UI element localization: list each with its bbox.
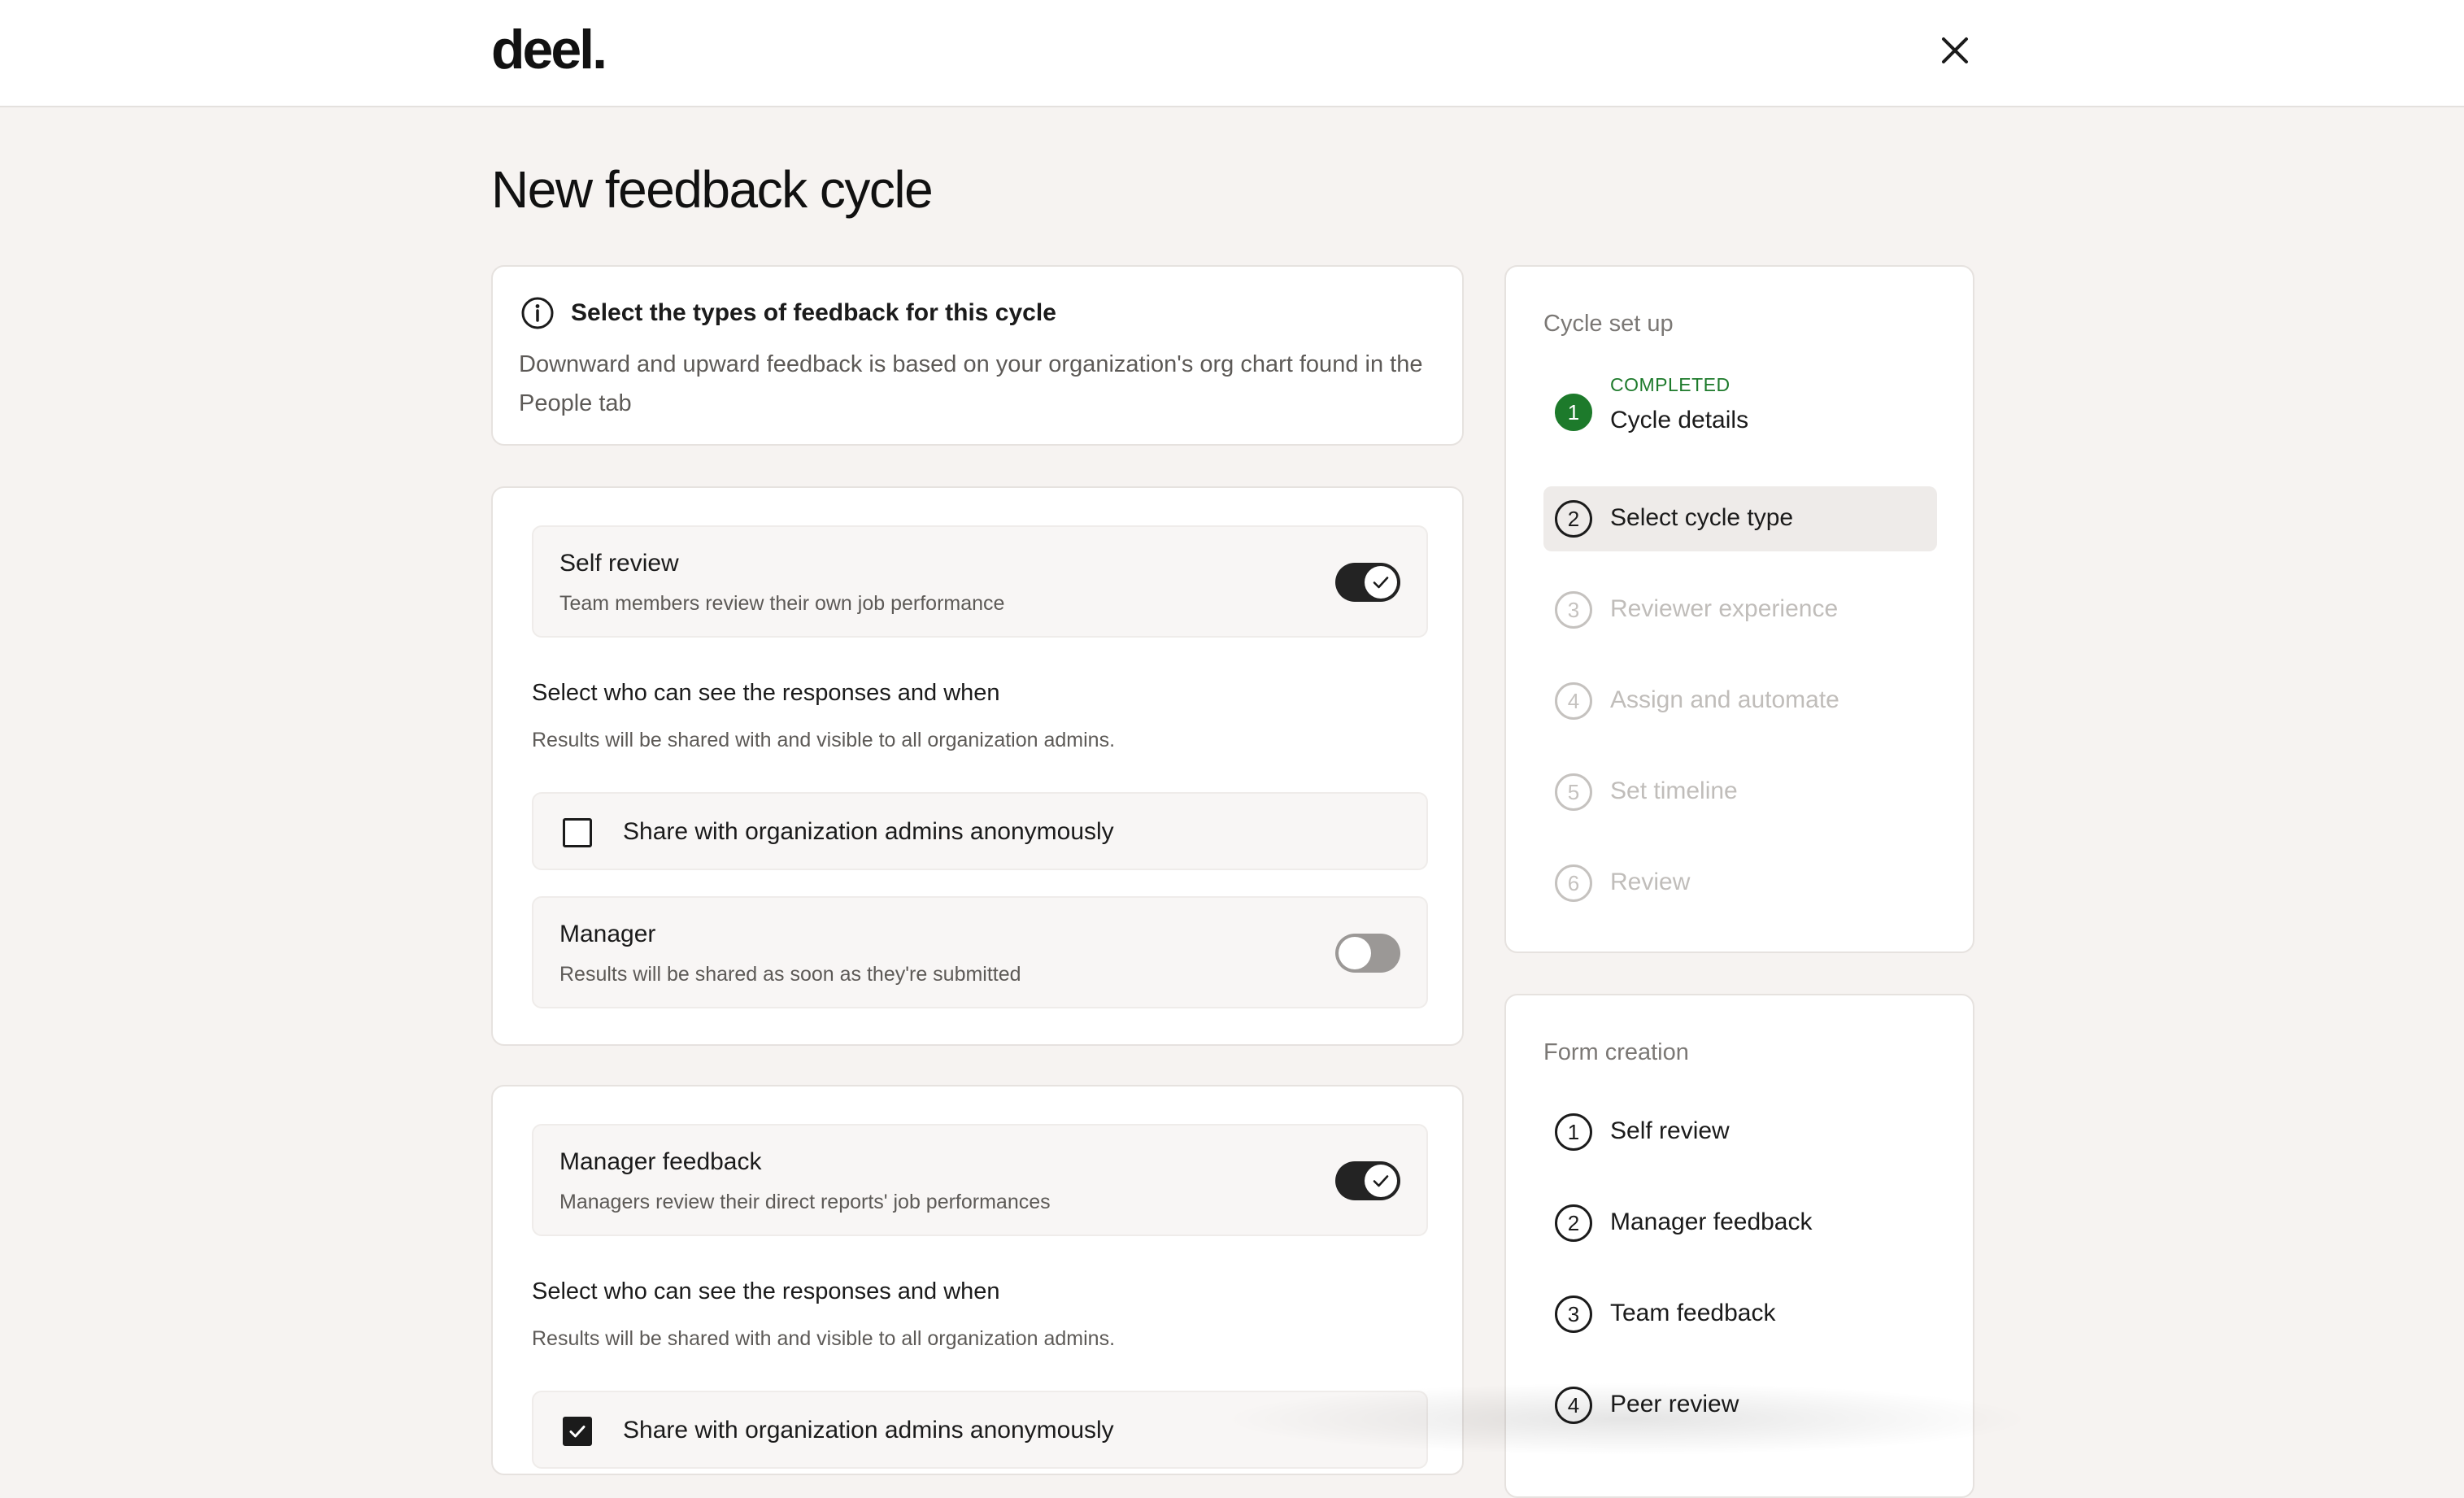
info-body: Downward and upward feedback is based on… [519, 351, 1423, 416]
share-anonymously-checkbox[interactable] [563, 1417, 592, 1446]
visibility-title: Select who can see the responses and whe… [532, 1278, 1000, 1304]
share-anonymously-option[interactable]: Share with organization admins anonymous… [532, 792, 1428, 870]
form-step-team-feedback[interactable]: 3 Team feedback [1543, 1282, 1937, 1347]
step-reviewer-experience: 3 Reviewer experience [1543, 577, 1937, 642]
share-anonymously-label: Share with organization admins anonymous… [623, 818, 1114, 845]
info-title: Select the types of feedback for this cy… [571, 299, 1056, 326]
step-label: Team feedback [1610, 1300, 1776, 1326]
step-label: Peer review [1610, 1391, 1739, 1417]
info-card: Select the types of feedback for this cy… [491, 265, 1464, 446]
form-step-manager-feedback[interactable]: 2 Manager feedback [1543, 1191, 1937, 1256]
step-status-completed: COMPLETED [1610, 374, 1730, 395]
step-number: 1 [1555, 394, 1592, 431]
step-assign-and-automate: 4 Assign and automate [1543, 668, 1937, 734]
self-review-row: Self review Team members review their ow… [532, 525, 1428, 638]
step-label: Set timeline [1610, 777, 1738, 804]
info-icon [520, 296, 555, 330]
deel-logo[interactable]: deel. [491, 18, 607, 81]
manager-feedback-subtitle: Managers review their direct reports' jo… [559, 1191, 1051, 1213]
check-icon [1365, 1165, 1397, 1197]
step-label: Cycle details [1610, 407, 1749, 433]
close-icon[interactable] [1937, 33, 1973, 68]
step-number: 3 [1555, 591, 1592, 629]
step-number: 6 [1555, 864, 1592, 902]
step-number: 2 [1555, 500, 1592, 538]
step-review: 6 Review [1543, 851, 1937, 916]
cycle-setup-panel: Cycle set up 1 COMPLETED Cycle details 2… [1504, 265, 1974, 953]
visibility-title: Select who can see the responses and whe… [532, 680, 1000, 706]
step-number: 3 [1555, 1296, 1592, 1333]
form-step-self-review[interactable]: 1 Self review [1543, 1100, 1937, 1165]
step-number: 5 [1555, 773, 1592, 811]
visibility-subtitle: Results will be shared with and visible … [532, 729, 1116, 751]
self-review-title: Self review [559, 550, 679, 577]
manager-feedback-section: Manager feedback Managers review their d… [491, 1085, 1464, 1475]
top-bar: deel. [0, 0, 2464, 107]
form-creation-panel: Form creation 1 Self review 2 Manager fe… [1504, 994, 1974, 1498]
step-number: 2 [1555, 1204, 1592, 1242]
step-label: Review [1610, 869, 1691, 895]
self-review-toggle[interactable] [1335, 563, 1400, 602]
form-step-peer-review[interactable]: 4 Peer review [1543, 1373, 1937, 1438]
cycle-setup-title: Cycle set up [1543, 311, 1674, 337]
step-label: Select cycle type [1610, 504, 1794, 531]
manager-row: Manager Results will be shared as soon a… [532, 896, 1428, 1008]
step-cycle-details[interactable]: 1 COMPLETED Cycle details [1543, 374, 1937, 439]
step-label: Reviewer experience [1610, 595, 1839, 622]
page-title: New feedback cycle [491, 160, 934, 219]
manager-feedback-toggle[interactable] [1335, 1161, 1400, 1200]
step-label: Manager feedback [1610, 1208, 1813, 1235]
manager-feedback-row: Manager feedback Managers review their d… [532, 1124, 1428, 1236]
self-review-section: Self review Team members review their ow… [491, 486, 1464, 1046]
visibility-subtitle: Results will be shared with and visible … [532, 1327, 1116, 1350]
step-select-cycle-type[interactable]: 2 Select cycle type [1543, 486, 1937, 551]
manager-subtitle: Results will be shared as soon as they'r… [559, 963, 1021, 986]
step-label: Assign and automate [1610, 686, 1839, 713]
share-anonymously-label: Share with organization admins anonymous… [623, 1417, 1114, 1444]
share-anonymously-checkbox[interactable] [563, 818, 592, 847]
step-number: 4 [1555, 682, 1592, 720]
step-set-timeline: 5 Set timeline [1543, 760, 1937, 825]
form-creation-title: Form creation [1543, 1039, 1689, 1065]
manager-title: Manager [559, 921, 656, 947]
manager-feedback-title: Manager feedback [559, 1148, 762, 1175]
manager-toggle[interactable] [1335, 934, 1400, 973]
self-review-subtitle: Team members review their own job perfor… [559, 592, 1005, 615]
toggle-knob [1339, 937, 1371, 969]
step-number: 4 [1555, 1387, 1592, 1424]
share-anonymously-option[interactable]: Share with organization admins anonymous… [532, 1391, 1428, 1469]
check-icon [1365, 566, 1397, 599]
step-number: 1 [1555, 1113, 1592, 1151]
step-label: Self review [1610, 1117, 1730, 1144]
